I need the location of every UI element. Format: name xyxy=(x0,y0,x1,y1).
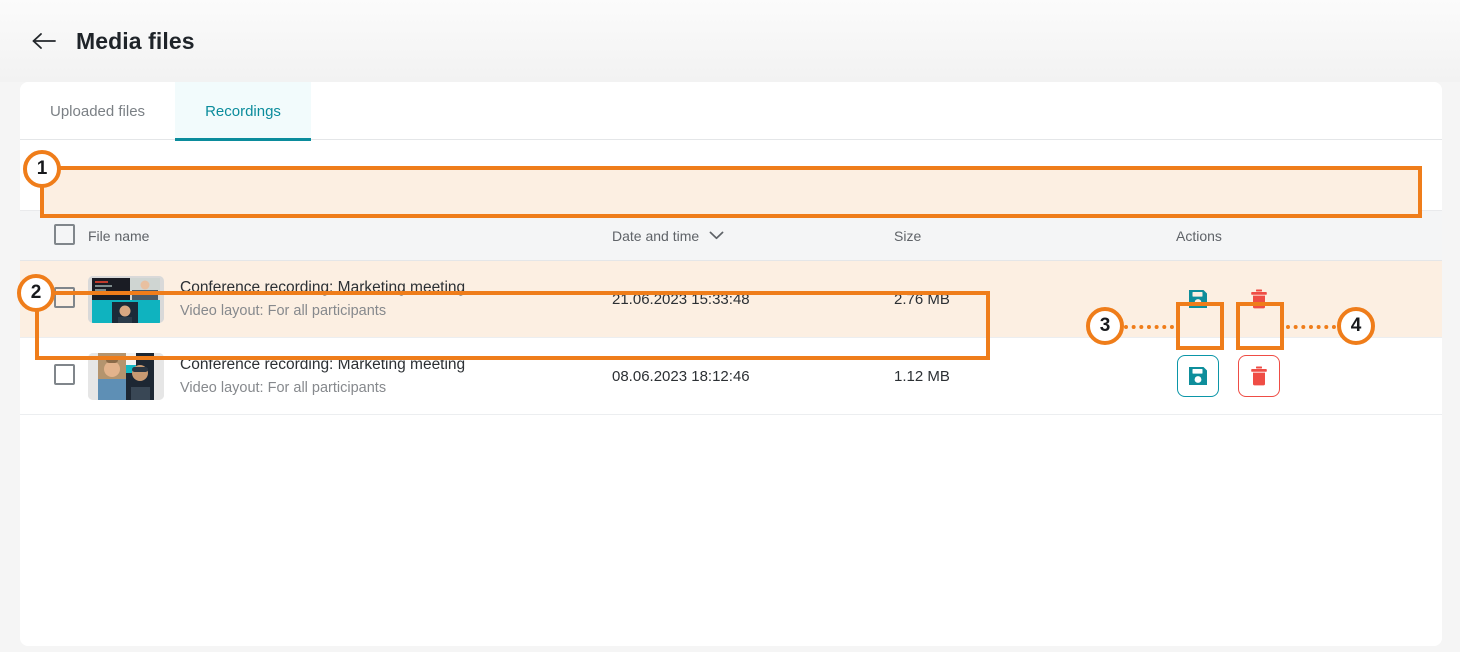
table-header-row: File name Date and time Size Actions xyxy=(20,210,1442,261)
row-actions-cell xyxy=(1176,260,1442,338)
table-row[interactable]: Conference recording: Marketing meeting … xyxy=(20,260,1442,338)
recording-title: Conference recording: Marketing meeting xyxy=(180,355,466,373)
save-button[interactable] xyxy=(1177,278,1219,320)
header-file-name: File name xyxy=(88,210,612,261)
search-icon xyxy=(64,165,84,185)
chevron-down-icon xyxy=(709,231,724,240)
page-title: Media files xyxy=(76,27,195,54)
row-file-name-cell: Conference recording: Marketing meeting … xyxy=(88,338,612,415)
search-input[interactable] xyxy=(100,166,800,184)
recording-thumbnail xyxy=(88,275,164,323)
tab-recordings[interactable]: Recordings xyxy=(175,82,311,141)
header-actions: Actions xyxy=(1176,210,1442,261)
arrow-left-icon xyxy=(32,33,56,49)
trash-icon xyxy=(1251,289,1267,309)
recording-thumbnail xyxy=(88,352,164,400)
table-header: File name Date and time Size Actions xyxy=(20,210,1442,261)
recording-subtitle: Video layout: For all participants xyxy=(180,302,387,319)
table-row[interactable]: Conference recording: Marketing meeting … xyxy=(20,338,1442,415)
back-button[interactable] xyxy=(28,25,60,57)
header-file-name-label: File name xyxy=(88,227,150,244)
page-header: Media files xyxy=(0,0,1460,82)
row-actions-cell xyxy=(1176,338,1442,415)
header-actions-label: Actions xyxy=(1176,227,1222,244)
search-field[interactable] xyxy=(42,151,1422,199)
row-select-cell xyxy=(20,338,88,415)
recording-title: Conference recording: Marketing meeting xyxy=(180,278,466,296)
tab-bar: Uploaded files Recordings xyxy=(20,82,1442,141)
row-date-cell: 21.06.2023 15:33:48 xyxy=(612,260,894,338)
tab-uploaded-files[interactable]: Uploaded files xyxy=(20,82,175,140)
delete-button[interactable] xyxy=(1238,278,1280,320)
recordings-table: File name Date and time Size Actions Con… xyxy=(20,210,1442,415)
trash-icon xyxy=(1251,366,1267,386)
header-date-time-label: Date and time xyxy=(612,227,700,244)
header-size: Size xyxy=(894,210,1176,261)
media-files-page: Media files Uploaded files Recordings Se… xyxy=(0,0,1460,652)
row-select-cell xyxy=(20,260,88,338)
recording-subtitle: Video layout: For all participants xyxy=(180,379,387,396)
content-card: Uploaded files Recordings Search File na… xyxy=(20,82,1442,646)
row-checkbox[interactable] xyxy=(54,363,75,385)
select-all-checkbox[interactable] xyxy=(54,223,75,245)
header-size-label: Size xyxy=(894,227,922,244)
row-file-name-cell: Conference recording: Marketing meeting … xyxy=(88,260,612,338)
row-size-cell: 1.12 MB xyxy=(894,367,950,385)
header-select-all-cell xyxy=(20,210,88,261)
header-date-time[interactable]: Date and time xyxy=(612,210,894,261)
save-button[interactable] xyxy=(1177,355,1219,397)
save-icon xyxy=(1189,290,1207,308)
table-body: Conference recording: Marketing meeting … xyxy=(20,260,1442,415)
save-icon xyxy=(1189,367,1207,385)
row-size-cell: 2.76 MB xyxy=(894,260,1176,338)
row-checkbox[interactable] xyxy=(54,286,75,308)
delete-button[interactable] xyxy=(1238,355,1280,397)
search-area xyxy=(20,140,1442,210)
row-date-cell: 08.06.2023 18:12:46 xyxy=(612,367,750,385)
